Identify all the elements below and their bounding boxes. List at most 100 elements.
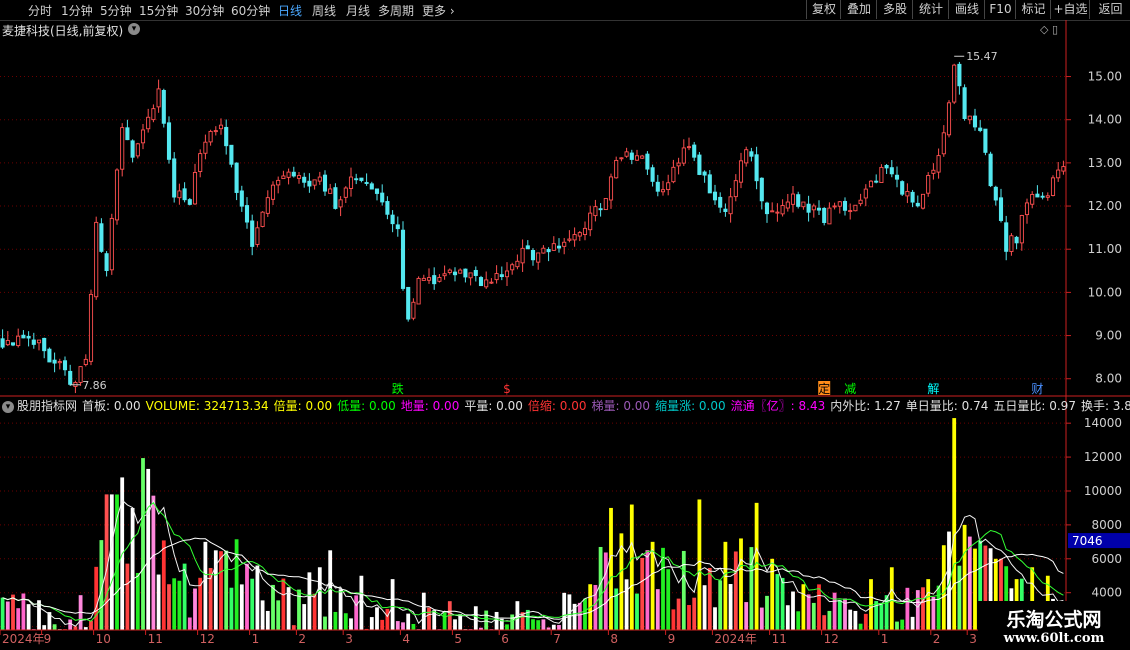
tab-period-7[interactable]: 周线 [312,2,336,19]
candle-body [640,155,645,159]
top-toolbar: 分时 1分钟 5分钟 15分钟 30分钟 60分钟 日线 周线 月线 多周期 更多 › 复权 叠加 多股统… [0,0,1130,21]
volume-bar [910,616,915,630]
volume-bar [895,621,899,630]
indicator-item-6: 倍缩: 0.00 [527,399,587,413]
toolbar-button-7[interactable]: +自选 [1050,0,1090,19]
event-marker[interactable]: 跌 [392,381,404,396]
indicator-item-5: 平量: 0.00 [464,399,523,413]
volume-bar [858,623,863,630]
toolbar-button-4[interactable]: 画线 [948,0,985,19]
candle-body [853,204,858,212]
volume-tick-label: 14000 [1084,416,1122,430]
candle-body [660,189,666,193]
time-tick-label: 6 [501,632,509,646]
volume-bar [359,575,364,630]
candle-body [806,203,811,213]
candle-body [333,187,338,209]
candle-body [88,293,94,362]
volume-bar [494,611,499,630]
time-tick-label: 12 [824,632,839,646]
volume-bar [739,538,743,630]
candle-body [156,88,161,108]
volume-bar [130,507,135,630]
candle-body [1061,166,1066,172]
candle-body [36,339,42,344]
candle-body [432,275,437,285]
toolbar-button-1[interactable]: 叠加 [840,0,877,19]
volume-bar [390,579,395,630]
event-marker[interactable]: 减 [844,382,856,396]
event-marker[interactable]: 解 [927,382,939,396]
time-tick-label: 9 [668,632,676,646]
toolbar-button-6[interactable]: 标记 [1015,0,1051,19]
toolbar-button-5[interactable]: F10 [984,0,1016,19]
candle-body [900,181,905,195]
candle-body [437,277,442,282]
candle-body [738,160,744,183]
indicator-name[interactable]: 股朋指标网 [17,399,77,413]
candle-body [707,174,712,194]
volume-bar [900,619,905,630]
candle-body [411,301,416,319]
event-marker[interactable]: 定 [818,381,830,396]
volume-bar [255,565,260,630]
candle-body [421,277,426,281]
candle-body [416,277,421,305]
stock-chart[interactable]: 8.009.0010.0011.0012.0013.0014.0015.0015… [0,20,1130,650]
time-tick-label: 12 [200,632,215,646]
candle-body [884,165,889,169]
price-tick-label: 8.00 [1095,372,1122,386]
volume-bar [406,613,411,630]
candle-body [296,175,302,179]
candle-body [224,126,229,147]
toolbar-button-3[interactable]: 统计 [912,0,949,19]
indicator-item-9: 流通〖亿〗: 8.43 [730,399,826,413]
chevron-down-icon[interactable]: ▾ [2,401,14,413]
candle-body [463,268,468,278]
tab-period-2[interactable]: 5分钟 [100,2,132,19]
candle-body [972,115,978,128]
toolbar-button-2[interactable]: 多股 [876,0,913,19]
time-tick-label: 2024年 [714,632,757,646]
extreme-label: 7.86 [82,379,107,392]
tab-period-8[interactable]: 月线 [346,2,370,19]
volume-bar [245,563,249,630]
tab-period-5[interactable]: 60分钟 [231,2,270,19]
toolbar-button-0[interactable]: 复权 [806,0,841,19]
candle-body [504,270,510,278]
candle-body [780,205,785,215]
tab-period-3[interactable]: 15分钟 [139,2,178,19]
volume-bar [458,614,463,630]
tab-period-10[interactable]: 更多 › [422,2,455,19]
candle-body [894,174,900,180]
candle-body [993,186,998,201]
volume-bar [687,605,691,630]
toolbar-button-8[interactable]: 返回 [1089,0,1130,19]
candle-body [686,146,692,149]
candle-body [1024,202,1030,216]
candle-body [281,175,286,180]
volume-bar [291,625,296,630]
event-marker[interactable]: 财 [1031,382,1043,396]
volume-bar [276,600,281,630]
candle-body [863,188,868,199]
tab-period-9[interactable]: 多周期 [378,2,414,19]
volume-bar [369,617,374,630]
candle-body [562,241,567,247]
candle-body [489,281,494,284]
candle-body [837,201,842,207]
candle-body [317,176,322,182]
candle-body [676,162,681,167]
candle-body [291,171,296,177]
candle-body [978,127,983,131]
tab-period-0[interactable]: 分时 [28,2,52,19]
volume-bar [681,550,686,630]
event-marker[interactable]: $ [503,382,511,396]
tab-period-1[interactable]: 1分钟 [61,2,93,19]
candle-body [208,130,213,143]
tab-period-6[interactable]: 日线 [278,2,302,19]
candle-body [598,208,603,211]
volume-bar [271,584,275,630]
tab-period-4[interactable]: 30分钟 [185,2,224,19]
candle-body [775,211,780,214]
